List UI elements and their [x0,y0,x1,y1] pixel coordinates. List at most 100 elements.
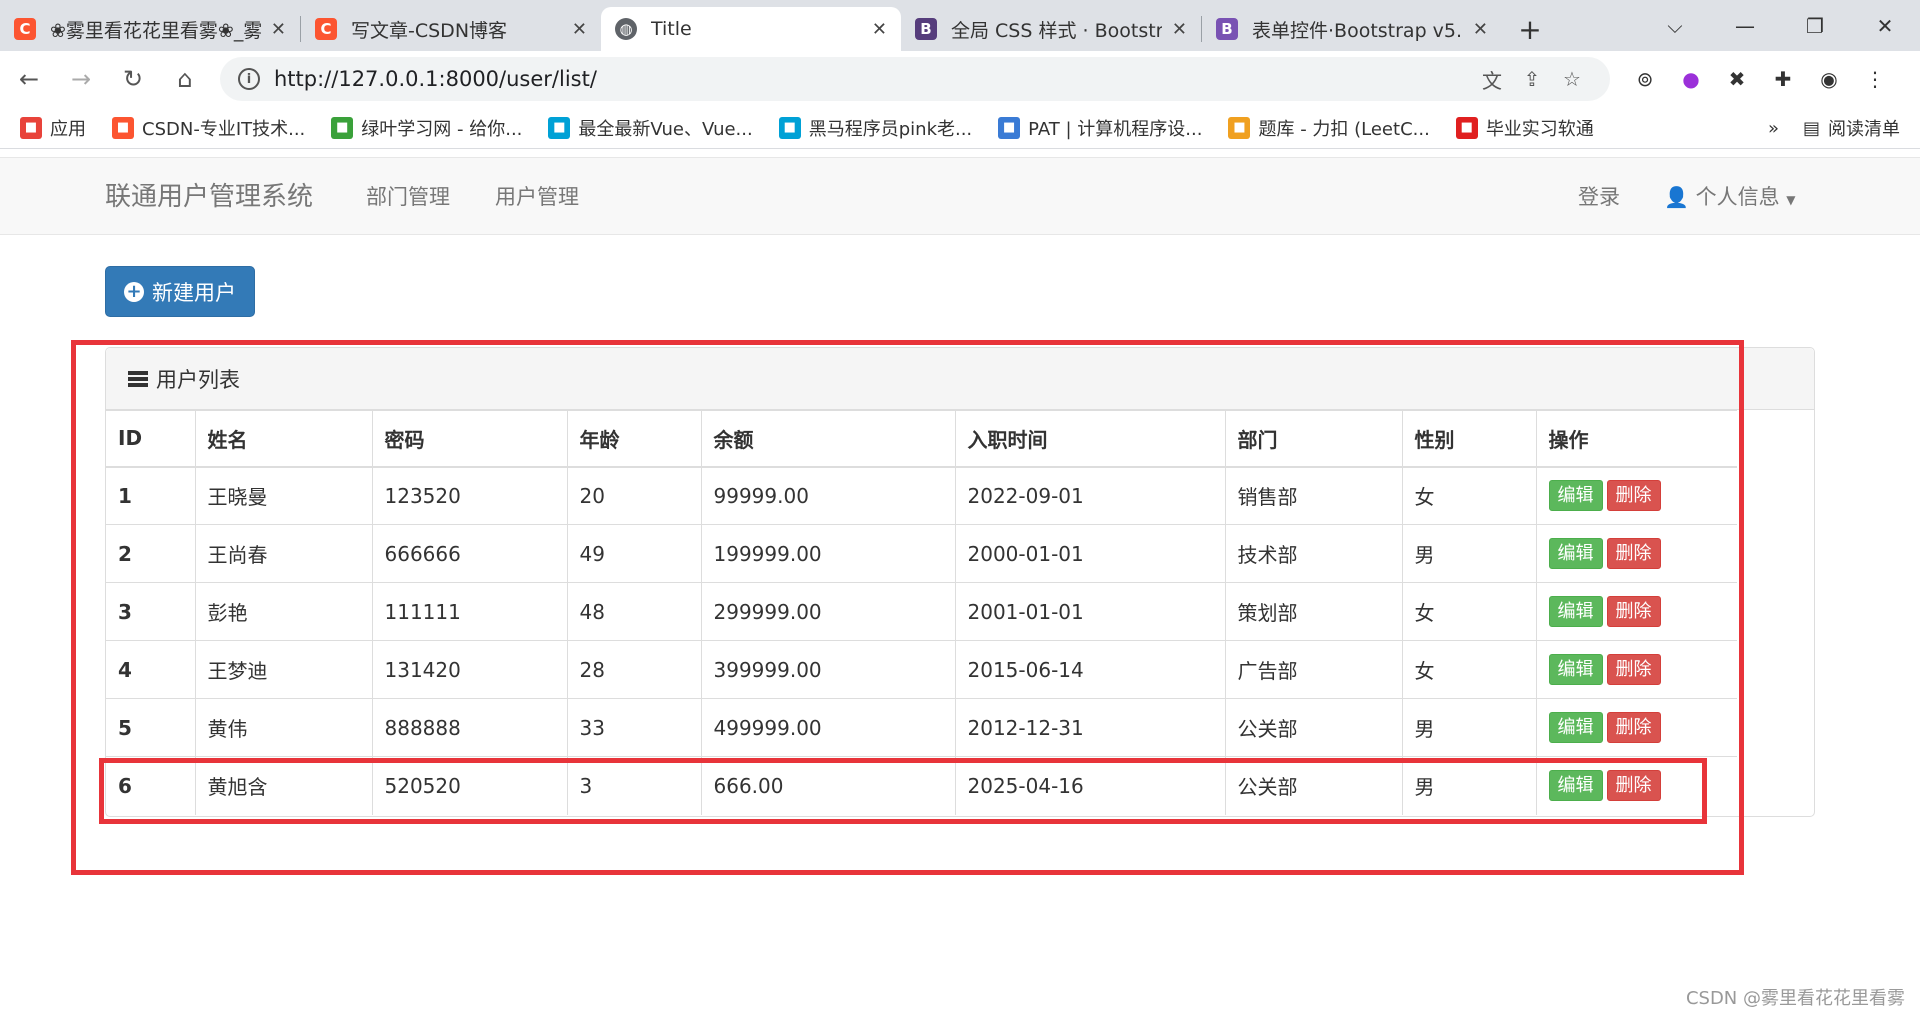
delete-button[interactable]: 删除 [1606,654,1661,685]
nav-department[interactable]: 部门管理 [366,158,450,236]
bookmark-star-icon[interactable]: ☆ [1552,67,1592,91]
tab-title: 全局 CSS 样式 · Bootstrap [951,19,1162,42]
table-row: 4 王梦迪 131420 28 399999.00 2015-06-14 广告部女编辑 删除 [106,640,1737,699]
table-cell: 49 [566,524,702,583]
edit-button[interactable]: 编辑 [1548,654,1603,685]
bookmark-item[interactable]: ■ 绿叶学习网 - 给你... [331,115,522,141]
profile-dropdown[interactable]: 👤 个人信息 ▼ [1664,158,1796,236]
bookmark-item[interactable]: ■ 最全最新Vue、Vue... [548,115,753,141]
table-cell: 黄旭含 [194,756,373,815]
browser-tab[interactable]: B 全局 CSS 样式 · Bootstrap ✕ [901,7,1201,51]
address-bar[interactable]: i http://127.0.0.1:8000/user/list/ 文 ⇪ ☆ [220,57,1610,101]
translate-icon[interactable]: 文 [1472,65,1512,94]
tab-search-chevron-icon[interactable]: ⌵ [1640,0,1710,51]
bookmark-label: 毕业实习软通 [1485,118,1594,140]
csdn-logo-icon: C [14,18,36,40]
table-cell: 666.00 [700,756,956,815]
bookmark-item[interactable]: ■ CSDN-专业IT技术... [112,115,305,141]
actions-cell: 编辑 删除 [1535,640,1737,699]
delete-button[interactable]: 删除 [1606,480,1661,512]
bookmark-item[interactable]: ■ 毕业实习软通 [1455,115,1594,141]
bookmark-label: PAT | 计算机程序设... [1028,118,1203,140]
edit-button[interactable]: 编辑 [1548,712,1603,743]
table-cell: 4 [106,640,196,699]
table-cell: 123520 [371,466,568,525]
site-info-icon[interactable]: i [238,68,260,90]
csdn-logo-icon: C [315,18,337,40]
actions-cell: 编辑 删除 [1535,582,1737,641]
delete-button[interactable]: 删除 [1606,770,1661,802]
table-cell: 男 [1401,524,1537,583]
profile-avatar-icon[interactable]: ◉ [1806,56,1852,102]
browser-menu-icon[interactable]: ⋮ [1852,56,1898,102]
browser-tab[interactable]: C ❀雾里看花花里看雾❀_雾里看花 ✕ [0,7,300,51]
bilibili-icon: ■ [778,116,801,139]
edit-button[interactable]: 编辑 [1548,596,1603,627]
restore-button[interactable]: ❐ [1780,0,1850,51]
delete-button[interactable]: 删除 [1606,538,1661,569]
browser-tab[interactable]: C 写文章-CSDN博客 ✕ [301,7,601,51]
delete-button[interactable]: 删除 [1606,712,1661,743]
reading-list-icon[interactable]: ▤ [1803,118,1820,139]
app-brand[interactable]: 联通用户管理系统 [105,158,313,236]
new-tab-button[interactable]: + [1508,7,1552,51]
column-header: 年龄 [566,410,702,468]
table-cell: 男 [1401,698,1537,757]
profile-label: 个人信息 [1695,185,1780,209]
edit-button[interactable]: 编辑 [1548,538,1603,569]
new-user-label: 新建用户 [152,280,236,305]
tab-close-icon[interactable]: ✕ [1473,19,1488,40]
browser-tab[interactable]: ◍ Title ✕ [601,7,901,51]
table-cell: 33 [566,698,702,757]
back-button[interactable]: ← [6,56,52,102]
extension-x-icon[interactable]: ✖ [1714,56,1760,102]
table-body: 1 王晓曼 123520 20 99999.00 2022-09-01 销售部女编辑 删除 2 王… [106,466,1737,815]
list-icon [128,370,148,387]
close-window-button[interactable]: ✕ [1850,0,1920,51]
table-cell: 公关部 [1224,698,1403,757]
extension-link-icon[interactable]: ⊚ [1622,56,1668,102]
bookmark-label: CSDN-专业IT技术... [142,118,306,140]
share-icon[interactable]: ⇪ [1512,67,1552,91]
table-cell: 女 [1401,582,1537,641]
table-cell: 公关部 [1224,756,1403,815]
tab-close-icon[interactable]: ✕ [1172,19,1187,40]
table-cell: 99999.00 [700,466,956,525]
tab-close-icon[interactable]: ✕ [271,19,286,40]
browser-tab[interactable]: B 表单控件·Bootstrap v5.1 ✕ [1202,7,1502,51]
forward-button[interactable]: → [58,56,104,102]
extension-purple-icon[interactable]: ● [1668,56,1714,102]
table-cell: 3 [106,582,196,641]
bookmark-item[interactable]: ■ 应用 [20,115,86,141]
url-text[interactable]: http://127.0.0.1:8000/user/list/ [274,67,1472,91]
more-bookmarks-button[interactable]: » [1768,118,1779,139]
table-cell: 1 [106,466,196,525]
bookmark-list: ■ 应用 ■ CSDN-专业IT技术... ■ 绿叶学习网 - 给你... ■ 最全最新Vue… [20,115,1620,141]
table-row: 5 黄伟 888888 33 499999.00 2012-12-31 公关部男编辑 删除 [106,698,1737,757]
home-button[interactable]: ⌂ [162,56,208,102]
reload-button[interactable]: ↻ [110,56,156,102]
login-link[interactable]: 登录 [1578,158,1620,236]
bookmark-label: 绿叶学习网 - 给你... [361,118,523,140]
edit-button[interactable]: 编辑 [1548,770,1603,802]
reading-list-button[interactable]: 阅读清单 [1828,115,1900,141]
table-cell: 2 [106,524,196,583]
table-cell: 888888 [371,698,568,757]
table-cell: 399999.00 [700,640,956,699]
extensions-puzzle-icon[interactable]: ✚ [1760,56,1806,102]
nav-users[interactable]: 用户管理 [495,158,579,236]
delete-button[interactable]: 删除 [1606,596,1661,627]
actions-cell: 编辑 删除 [1535,524,1737,583]
tab-close-icon[interactable]: ✕ [872,19,887,40]
page-content: 联通用户管理系统 部门管理 用户管理 登录 👤 个人信息 ▼ + 新建用户 用户… [0,150,1920,1020]
new-user-button[interactable]: + 新建用户 [105,266,255,317]
table-cell: 3 [566,756,702,815]
bookmark-item[interactable]: ■ 黑马程序员pink老... [778,115,972,141]
edit-button[interactable]: 编辑 [1548,480,1603,512]
bookmarks-right: » ▤ 阅读清单 [1768,107,1900,149]
table-cell: 策划部 [1224,582,1403,641]
tab-close-icon[interactable]: ✕ [572,19,587,40]
bookmark-item[interactable]: ■ PAT | 计算机程序设... [998,115,1202,141]
minimize-button[interactable]: — [1710,0,1780,51]
bookmark-item[interactable]: ■ 题库 - 力扣 (LeetC... [1228,115,1430,141]
